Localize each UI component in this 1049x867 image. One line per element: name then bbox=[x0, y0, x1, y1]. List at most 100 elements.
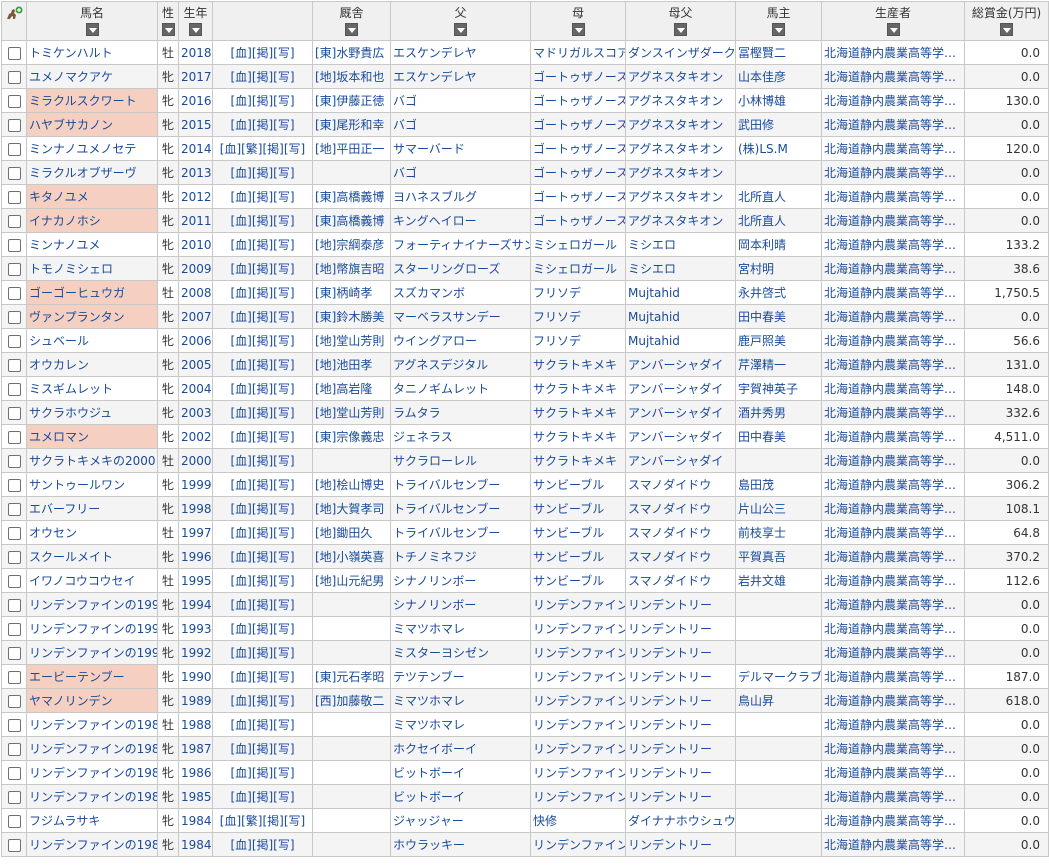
row-checkbox[interactable] bbox=[7, 718, 21, 732]
stable-link[interactable]: [東]元石孝昭 bbox=[315, 670, 384, 684]
dam-link[interactable]: リンデンファイン bbox=[533, 766, 625, 780]
pedigree-links[interactable]: [血][掲][写] bbox=[230, 454, 294, 468]
pedigree-links[interactable]: [血][掲][写] bbox=[230, 358, 294, 372]
dam-link[interactable]: ゴートゥザノース bbox=[533, 70, 625, 84]
row-checkbox[interactable] bbox=[7, 502, 21, 516]
dam-link[interactable]: ゴートゥザノース bbox=[533, 142, 625, 156]
row-checkbox[interactable] bbox=[7, 790, 21, 804]
stable-link[interactable]: [地]高岩隆 bbox=[315, 382, 372, 396]
header-birth-year[interactable]: 生年 bbox=[178, 1, 213, 41]
damsire-link[interactable]: ミシエロ bbox=[628, 262, 676, 276]
row-checkbox[interactable] bbox=[7, 838, 21, 852]
sort-dropdown-icon[interactable] bbox=[772, 23, 785, 36]
sire-link[interactable]: ジャッジャー bbox=[393, 814, 464, 828]
pedigree-links[interactable]: [血][掲][写] bbox=[230, 502, 294, 516]
breeder-link[interactable]: 北海道静内農業高等学… bbox=[824, 286, 956, 300]
row-checkbox[interactable] bbox=[7, 190, 21, 204]
pedigree-links[interactable]: [血][掲][写] bbox=[230, 574, 294, 588]
damsire-link[interactable]: Mujtahid bbox=[628, 310, 680, 324]
dam-link[interactable]: リンデンファイン bbox=[533, 718, 625, 732]
horse-name-link[interactable]: ミンナノユメ bbox=[29, 238, 100, 252]
owner-link[interactable]: 宇賀神英子 bbox=[738, 382, 798, 396]
pedigree-links[interactable]: [血][繁][掲][写] bbox=[220, 142, 305, 156]
owner-link[interactable]: 冨樫賢二 bbox=[738, 46, 786, 60]
dam-link[interactable]: ゴートゥザノース bbox=[533, 118, 625, 132]
birth-year-link[interactable]: 2004 bbox=[181, 382, 212, 396]
stable-link[interactable]: [東]尾形和幸 bbox=[315, 118, 384, 132]
breeder-link[interactable]: 北海道静内農業高等学… bbox=[824, 814, 956, 828]
header-damsire[interactable]: 母父 bbox=[625, 1, 736, 41]
damsire-link[interactable]: リンデントリー bbox=[628, 838, 712, 852]
damsire-link[interactable]: リンデントリー bbox=[628, 718, 712, 732]
sort-dropdown-icon[interactable] bbox=[189, 23, 202, 36]
sire-link[interactable]: トライバルセンブー bbox=[393, 526, 500, 540]
row-checkbox[interactable] bbox=[7, 622, 21, 636]
sire-link[interactable]: ビットボーイ bbox=[393, 790, 465, 804]
dam-link[interactable]: フリソデ bbox=[533, 334, 581, 348]
sire-link[interactable]: エスケンデレヤ bbox=[393, 46, 477, 60]
birth-year-link[interactable]: 2008 bbox=[181, 286, 212, 300]
header-horse-add[interactable] bbox=[1, 1, 27, 41]
damsire-link[interactable]: リンデントリー bbox=[628, 646, 712, 660]
birth-year-link[interactable]: 1987 bbox=[181, 742, 212, 756]
row-checkbox[interactable] bbox=[7, 334, 21, 348]
breeder-link[interactable]: 北海道静内農業高等学… bbox=[824, 430, 956, 444]
owner-link[interactable]: デルマークラブ bbox=[738, 670, 821, 684]
pedigree-links[interactable]: [血][掲][写] bbox=[230, 262, 294, 276]
birth-year-link[interactable]: 1993 bbox=[181, 622, 212, 636]
row-checkbox[interactable] bbox=[7, 430, 21, 444]
row-checkbox[interactable] bbox=[7, 646, 21, 660]
breeder-link[interactable]: 北海道静内農業高等学… bbox=[824, 454, 956, 468]
birth-year-link[interactable]: 2005 bbox=[181, 358, 212, 372]
horse-name-link[interactable]: イナカノホシ bbox=[29, 214, 101, 228]
birth-year-link[interactable]: 1990 bbox=[181, 670, 212, 684]
horse-name-link[interactable]: リンデンファインの1985 bbox=[29, 790, 157, 804]
sire-link[interactable]: シナノリンボー bbox=[393, 598, 476, 612]
stable-link[interactable]: [東]伊藤正徳 bbox=[315, 94, 384, 108]
owner-link[interactable]: (株)LS.M bbox=[738, 142, 788, 156]
row-checkbox[interactable] bbox=[7, 70, 21, 84]
horse-name-link[interactable]: リンデンファインの1988 bbox=[29, 718, 157, 732]
stable-link[interactable]: [東]高橋義博 bbox=[315, 214, 384, 228]
pedigree-links[interactable]: [血][掲][写] bbox=[230, 790, 294, 804]
pedigree-links[interactable]: [血][掲][写] bbox=[230, 310, 294, 324]
row-checkbox[interactable] bbox=[7, 214, 21, 228]
dam-link[interactable]: ゴートゥザノース bbox=[533, 166, 625, 180]
sort-dropdown-icon[interactable] bbox=[454, 23, 467, 36]
pedigree-links[interactable]: [血][掲][写] bbox=[230, 598, 294, 612]
stable-link[interactable]: [地]平田正一 bbox=[315, 142, 384, 156]
owner-link[interactable]: 片山公三 bbox=[738, 502, 786, 516]
damsire-link[interactable]: スマノダイドウ bbox=[628, 502, 711, 516]
owner-link[interactable]: 宮村明 bbox=[738, 262, 774, 276]
dam-link[interactable]: フリソデ bbox=[533, 310, 581, 324]
dam-link[interactable]: ミシェロガール bbox=[533, 238, 617, 252]
dam-link[interactable]: サクラトキメキ bbox=[533, 406, 617, 420]
birth-year-link[interactable]: 2017 bbox=[181, 70, 212, 84]
pedigree-links[interactable]: [血][掲][写] bbox=[230, 70, 294, 84]
horse-name-link[interactable]: フジムラサキ bbox=[29, 814, 100, 828]
horse-name-link[interactable]: エービーテンブー bbox=[29, 670, 125, 684]
sire-link[interactable]: ミスターヨシゼン bbox=[393, 646, 489, 660]
dam-link[interactable]: ミシェロガール bbox=[533, 262, 617, 276]
sire-link[interactable]: ホウラッキー bbox=[393, 838, 465, 852]
breeder-link[interactable]: 北海道静内農業高等学… bbox=[824, 718, 956, 732]
owner-link[interactable]: 鳥山昇 bbox=[738, 694, 774, 708]
sire-link[interactable]: スターリングローズ bbox=[393, 262, 500, 276]
sort-dropdown-icon[interactable] bbox=[161, 23, 175, 36]
owner-link[interactable]: 北所直人 bbox=[738, 214, 786, 228]
breeder-link[interactable]: 北海道静内農業高等学… bbox=[824, 742, 956, 756]
row-checkbox[interactable] bbox=[7, 550, 21, 564]
dam-link[interactable]: 快修 bbox=[533, 814, 557, 828]
row-checkbox[interactable] bbox=[7, 262, 21, 276]
owner-link[interactable]: 田中春美 bbox=[738, 430, 786, 444]
horse-name-link[interactable]: シュベール bbox=[29, 334, 89, 348]
horse-name-link[interactable]: トモノミシェロ bbox=[29, 262, 113, 276]
horse-name-link[interactable]: ユメノマクアケ bbox=[29, 70, 113, 84]
sire-link[interactable]: バゴ bbox=[393, 118, 417, 132]
owner-link[interactable]: 田中春美 bbox=[738, 310, 786, 324]
birth-year-link[interactable]: 2006 bbox=[181, 334, 212, 348]
sire-link[interactable]: ホクセイボーイ bbox=[393, 742, 477, 756]
birth-year-link[interactable]: 1994 bbox=[181, 598, 212, 612]
horse-name-link[interactable]: ミスギムレット bbox=[29, 382, 113, 396]
breeder-link[interactable]: 北海道静内農業高等学… bbox=[824, 406, 956, 420]
